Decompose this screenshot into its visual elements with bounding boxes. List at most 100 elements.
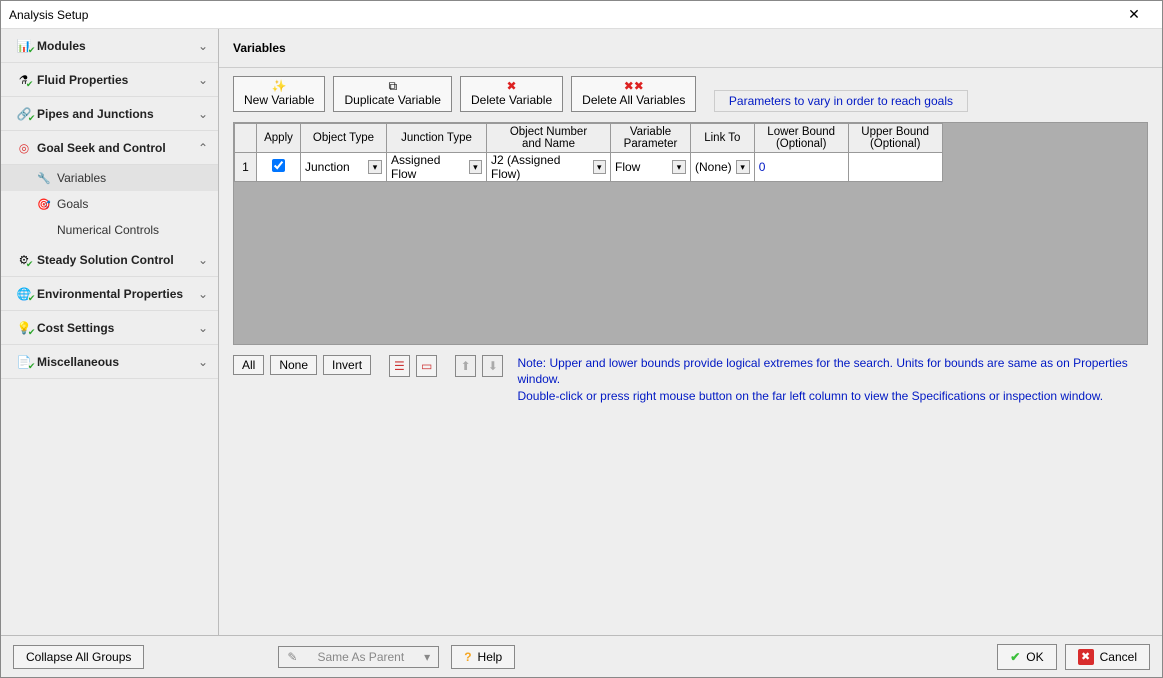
sidebar-sub-goals[interactable]: 🎯 Goals (1, 191, 218, 217)
collapse-all-groups-button[interactable]: Collapse All Groups (13, 645, 144, 669)
analysis-setup-window: Analysis Setup ✕ 📊✔ Modules ⌄ ⚗✔ Fluid P… (0, 0, 1163, 678)
apply-cell[interactable] (257, 153, 301, 182)
duplicate-variable-button[interactable]: ⧉ Duplicate Variable (333, 76, 452, 112)
dropdown-icon[interactable]: ▾ (469, 160, 482, 174)
help-button[interactable]: ? Help (451, 645, 515, 669)
sidebar-item-label: Goal Seek and Control (37, 141, 198, 155)
sidebar-item-cost-settings[interactable]: 💡✔ Cost Settings ⌄ (1, 311, 218, 345)
dropdown-icon[interactable]: ▾ (368, 160, 382, 174)
dropdown-label: Same As Parent (317, 650, 404, 664)
chevron-down-icon: ⌄ (198, 287, 208, 301)
upper-bound-cell[interactable] (848, 153, 942, 182)
upper-bound-input[interactable] (853, 160, 938, 174)
button-label: New Variable (244, 93, 314, 107)
dropdown-icon[interactable]: ▾ (736, 160, 750, 174)
duplicate-icon: ⧉ (388, 79, 397, 93)
sidebar: 📊✔ Modules ⌄ ⚗✔ Fluid Properties ⌄ 🔗✔ Pi… (1, 29, 219, 635)
apply-checkbox[interactable] (272, 159, 285, 172)
footer-right: ✔ OK ✖ Cancel (997, 644, 1150, 670)
lower-bound-cell[interactable] (754, 153, 848, 182)
sidebar-item-label: Fluid Properties (37, 73, 198, 87)
sidebar-item-fluid-properties[interactable]: ⚗✔ Fluid Properties ⌄ (1, 63, 218, 97)
dropdown-icon[interactable]: ▾ (672, 160, 686, 174)
lower-bound-input[interactable] (759, 160, 844, 174)
dropdown-icon[interactable]: ▾ (593, 160, 606, 174)
sidebar-item-pipes-junctions[interactable]: 🔗✔ Pipes and Junctions ⌄ (1, 97, 218, 131)
col-lbound: Lower Bound (Optional) (754, 124, 848, 153)
new-variable-button[interactable]: ✨ New Variable (233, 76, 325, 112)
collapse-rows-icon[interactable]: ▭ (416, 355, 437, 377)
panel-header: Variables (219, 29, 1162, 68)
sidebar-item-label: Miscellaneous (37, 355, 198, 369)
sidebar-item-label: Cost Settings (37, 321, 198, 335)
button-label: Help (478, 650, 503, 664)
cancel-button[interactable]: ✖ Cancel (1065, 644, 1150, 670)
table-row[interactable]: 1 Junction▾ Assigned Flow▾ J2 (235, 153, 943, 182)
same-as-parent-dropdown[interactable]: ✎ Same As Parent ▾ (278, 646, 439, 668)
move-down-icon[interactable]: ⬇ (482, 355, 503, 377)
button-label: Cancel (1100, 650, 1137, 664)
link-to-cell[interactable]: (None)▾ (691, 153, 755, 182)
main-panel: Variables ✨ New Variable ⧉ Duplicate Var… (219, 29, 1162, 635)
button-label: OK (1026, 650, 1043, 664)
col-jtype: Junction Type (387, 124, 487, 153)
sidebar-item-label: Pipes and Junctions (37, 107, 198, 121)
object-type-cell[interactable]: Junction ▾ (301, 153, 387, 182)
invert-selection-button[interactable]: Invert (323, 355, 371, 375)
variable-icon: 🔧 (37, 172, 57, 185)
row-number[interactable]: 1 (235, 153, 257, 182)
chevron-down-icon: ⌄ (198, 39, 208, 53)
sidebar-item-environmental[interactable]: 🌐✔ Environmental Properties ⌄ (1, 277, 218, 311)
sidebar-sub-label: Numerical Controls (57, 223, 159, 237)
sidebar-sub-numerical-controls[interactable]: Numerical Controls (1, 217, 218, 243)
window-body: 📊✔ Modules ⌄ ⚗✔ Fluid Properties ⌄ 🔗✔ Pi… (1, 29, 1162, 635)
variable-parameter-cell[interactable]: Flow ▾ (611, 153, 691, 182)
button-label: Duplicate Variable (344, 93, 441, 107)
goals-icon: 🎯 (37, 198, 57, 211)
ok-button[interactable]: ✔ OK (997, 644, 1056, 670)
move-up-icon[interactable]: ⬆ (455, 355, 476, 377)
below-grid-controls: All None Invert ☰ ▭ ⬆ ⬇ Note: Upper and … (219, 349, 1162, 414)
steady-icon: ⚙✔ (11, 253, 37, 267)
expand-rows-icon[interactable]: ☰ (389, 355, 410, 377)
footer-left: Collapse All Groups ✎ Same As Parent ▾ ?… (13, 645, 515, 669)
sidebar-item-steady-solution[interactable]: ⚙✔ Steady Solution Control ⌄ (1, 243, 218, 277)
close-icon[interactable]: ✕ (1114, 6, 1154, 23)
environment-icon: 🌐✔ (11, 287, 37, 301)
sidebar-sub-variables[interactable]: 🔧 Variables (1, 165, 218, 191)
cell-value: Flow (615, 160, 640, 174)
col-linkto: Link To (691, 124, 755, 153)
col-apply: Apply (257, 124, 301, 153)
modules-icon: 📊✔ (11, 39, 37, 53)
cell-value: Junction (305, 160, 350, 174)
cancel-icon: ✖ (1078, 649, 1094, 665)
titlebar: Analysis Setup ✕ (1, 1, 1162, 29)
note-line: Note: Upper and lower bounds provide log… (517, 355, 1148, 387)
sidebar-item-goal-seek[interactable]: ◎ Goal Seek and Control ⌃ (1, 131, 218, 165)
col-ubound: Upper Bound (Optional) (848, 124, 942, 153)
button-label: Delete All Variables (582, 93, 685, 107)
object-number-cell[interactable]: J2 (Assigned Flow)▾ (487, 153, 611, 182)
chevron-down-icon: ⌄ (198, 253, 208, 267)
select-none-button[interactable]: None (270, 355, 317, 375)
sidebar-sub-label: Variables (57, 171, 106, 185)
col-rownum (235, 124, 257, 153)
window-title: Analysis Setup (9, 8, 88, 22)
col-objnum: Object Number and Name (487, 124, 611, 153)
junction-type-cell[interactable]: Assigned Flow▾ (387, 153, 487, 182)
delete-all-variables-button[interactable]: ✖✖ Delete All Variables (571, 76, 696, 112)
sidebar-item-modules[interactable]: 📊✔ Modules ⌄ (1, 29, 218, 63)
toolbar: ✨ New Variable ⧉ Duplicate Variable ✖ De… (219, 68, 1162, 118)
note-line: Double-click or press right mouse button… (517, 388, 1148, 404)
delete-icon: ✖ (507, 79, 517, 93)
sidebar-item-label: Modules (37, 39, 198, 53)
chevron-down-icon: ⌄ (198, 73, 208, 87)
delete-all-icon: ✖✖ (624, 79, 644, 93)
sidebar-item-miscellaneous[interactable]: 📄✔ Miscellaneous ⌄ (1, 345, 218, 379)
delete-variable-button[interactable]: ✖ Delete Variable (460, 76, 563, 112)
footer: Collapse All Groups ✎ Same As Parent ▾ ?… (1, 635, 1162, 677)
cost-icon: 💡✔ (11, 321, 37, 335)
button-label: Delete Variable (471, 93, 552, 107)
chevron-up-icon: ⌃ (198, 141, 208, 155)
select-all-button[interactable]: All (233, 355, 264, 375)
